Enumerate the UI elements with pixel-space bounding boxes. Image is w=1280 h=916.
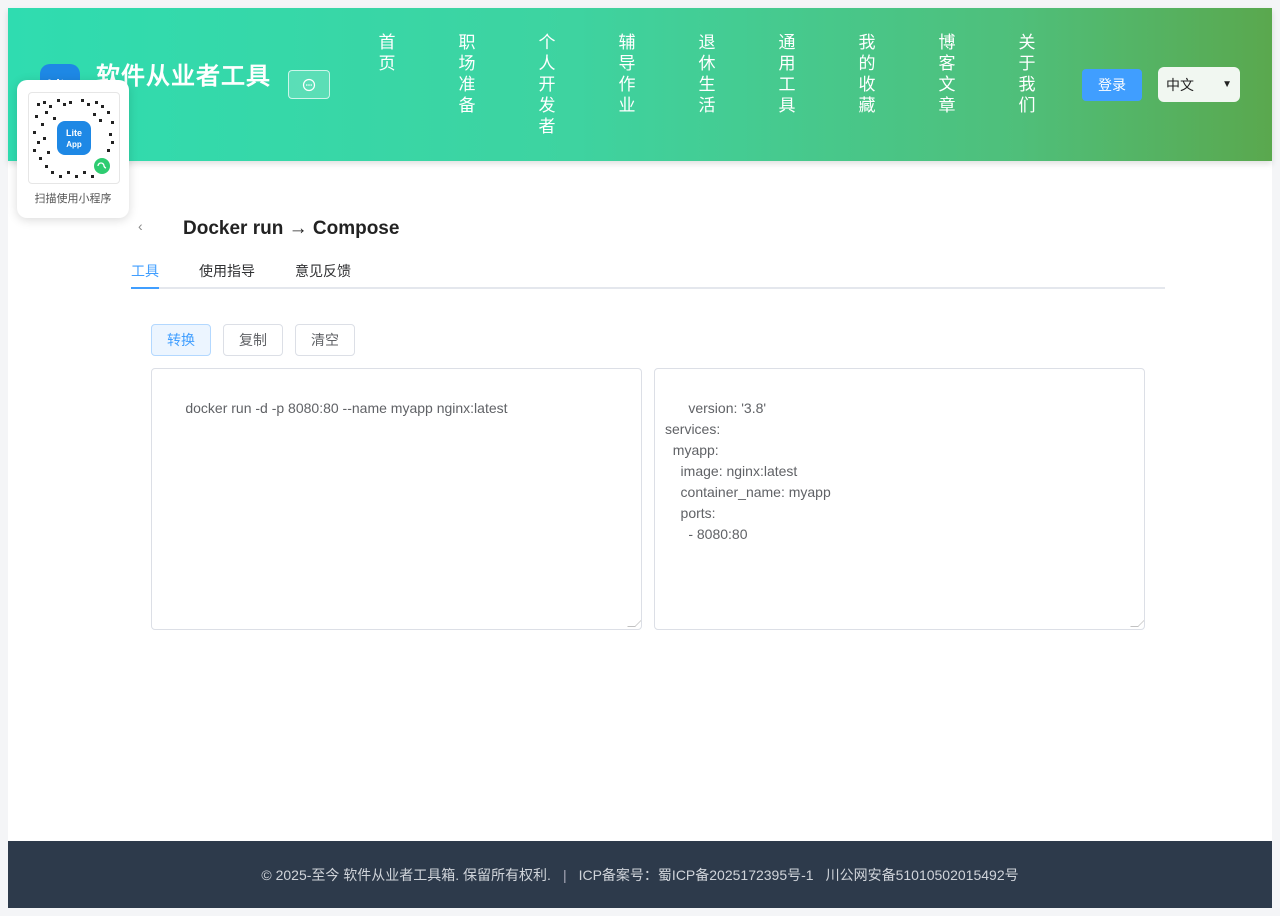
tab-bar: 工具 使用指导 意见反馈 — [131, 261, 1165, 289]
tab-guide[interactable]: 使用指导 — [199, 261, 255, 289]
output-text: version: '3.8' services: myapp: image: n… — [665, 400, 831, 542]
language-select[interactable]: 中文 ▼ — [1158, 67, 1240, 102]
docker-run-input[interactable]: docker run -d -p 8080:80 --name myapp ng… — [151, 368, 642, 630]
chat-bubble-icon — [302, 78, 316, 91]
tab-tool[interactable]: 工具 — [131, 261, 159, 289]
nav-item-homework[interactable]: 辅导作业 — [618, 32, 636, 116]
clear-button[interactable]: 清空 — [295, 324, 355, 356]
tool-panel: 转换 复制 清空 docker run -d -p 8080:80 --name… — [131, 304, 1165, 650]
page-title: Docker run → Compose — [183, 218, 400, 239]
resize-handle-icon[interactable] — [1130, 619, 1144, 627]
input-text: docker run -d -p 8080:80 --name myapp ng… — [185, 400, 508, 416]
back-chevron-icon[interactable]: ‹ — [138, 218, 143, 234]
miniprogram-qr-popup: Lite App 扫描使用小程序 — [17, 80, 129, 218]
nav-item-career[interactable]: 职场准备 — [458, 32, 476, 116]
copy-button[interactable]: 复制 — [223, 324, 283, 356]
tab-feedback[interactable]: 意见反馈 — [295, 261, 351, 289]
chevron-down-icon: ▼ — [1222, 79, 1232, 90]
site-footer: © 2025-至今 软件从业者工具箱. 保留所有权利. | ICP备案号：蜀IC… — [8, 841, 1272, 908]
nav-item-general-tools[interactable]: 通用工具 — [778, 32, 796, 116]
nav-item-favorites[interactable]: 我的收藏 — [858, 32, 876, 116]
svg-text:App: App — [66, 140, 82, 149]
site-header: Lite 软件从业者工具 首页 职场准备 个人开发者 辅导作业 退休生活 通用工… — [8, 8, 1272, 161]
compose-output[interactable]: version: '3.8' services: myapp: image: n… — [654, 368, 1145, 630]
nav-item-retirement[interactable]: 退休生活 — [698, 32, 716, 116]
language-value: 中文 — [1166, 76, 1194, 93]
nav-item-about[interactable]: 关于我们 — [1018, 32, 1036, 116]
svg-text:Lite: Lite — [66, 128, 82, 138]
qr-code-icon: Lite App — [33, 99, 114, 178]
footer-police-link[interactable]: 川公网安备51010502015492号 — [826, 865, 1019, 885]
qr-code-image: Lite App — [28, 92, 120, 184]
nav-item-indie-dev[interactable]: 个人开发者 — [538, 32, 556, 137]
footer-icp-link[interactable]: ICP备案号：蜀ICP备2025172395号-1 — [579, 865, 814, 885]
nav-item-home[interactable]: 首页 — [378, 32, 396, 74]
qr-caption: 扫描使用小程序 — [34, 193, 112, 205]
nav-item-blog[interactable]: 博客文章 — [938, 32, 956, 116]
chat-button[interactable] — [288, 70, 330, 99]
footer-separator: | — [562, 866, 567, 883]
login-button[interactable]: 登录 — [1082, 69, 1142, 101]
footer-copyright: © 2025-至今 软件从业者工具箱. 保留所有权利. — [261, 866, 551, 883]
resize-handle-icon[interactable] — [627, 619, 641, 627]
convert-button[interactable]: 转换 — [151, 324, 211, 356]
page-frame: Lite 软件从业者工具 首页 职场准备 个人开发者 辅导作业 退休生活 通用工… — [8, 8, 1272, 908]
